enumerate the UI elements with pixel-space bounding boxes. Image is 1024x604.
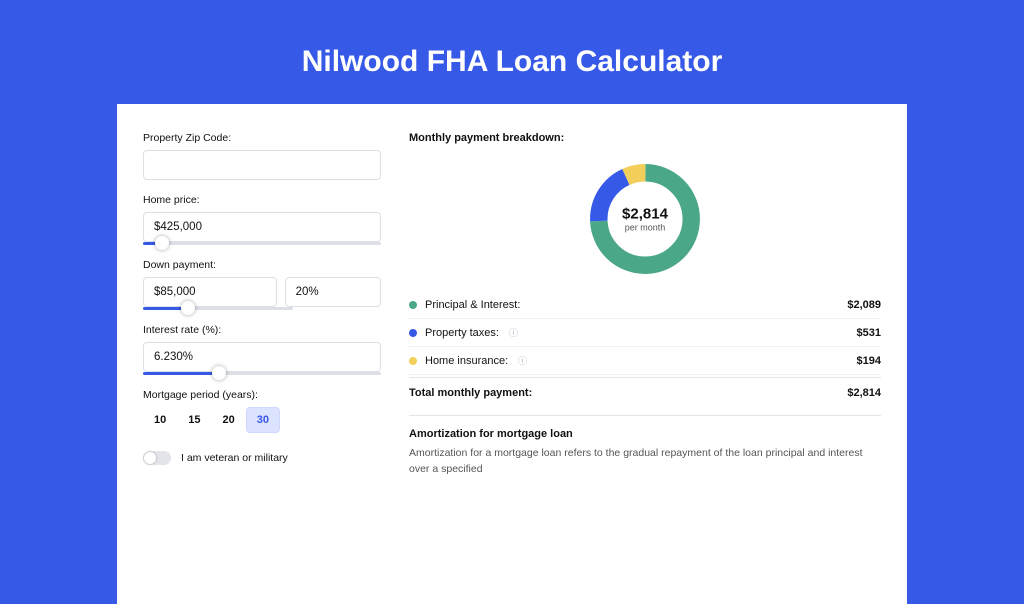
donut-sub: per month (622, 223, 668, 233)
interest-slider[interactable] (143, 372, 381, 375)
period-20-button[interactable]: 20 (212, 407, 246, 433)
donut-amount: $2,814 (622, 206, 668, 223)
amortization-text: Amortization for a mortgage loan refers … (409, 446, 881, 478)
zip-field-block: Property Zip Code: (143, 132, 381, 180)
mortgage-period-label: Mortgage period (years): (143, 389, 381, 401)
amortization-title: Amortization for mortgage loan (409, 428, 881, 440)
form-panel: Property Zip Code: Home price: Down paym… (143, 132, 403, 576)
dot-icon (409, 357, 417, 365)
total-label: Total monthly payment: (409, 387, 532, 399)
calculator-card: Property Zip Code: Home price: Down paym… (117, 104, 907, 604)
page-title: Nilwood FHA Loan Calculator (0, 0, 1024, 104)
section-divider (409, 415, 881, 416)
period-10-button[interactable]: 10 (143, 407, 177, 433)
legend-label: Property taxes: (425, 327, 499, 339)
breakdown-panel: Monthly payment breakdown: $2,814 per mo… (403, 132, 881, 576)
donut-wrap: $2,814 per month (409, 150, 881, 292)
interest-input[interactable] (143, 342, 381, 372)
mortgage-period-block: Mortgage period (years): 10 15 20 30 (143, 389, 381, 433)
zip-label: Property Zip Code: (143, 132, 381, 144)
interest-block: Interest rate (%): (143, 324, 381, 375)
zip-input[interactable] (143, 150, 381, 180)
info-icon[interactable]: ⓘ (518, 354, 527, 367)
home-price-label: Home price: (143, 194, 381, 206)
dot-icon (409, 329, 417, 337)
legend-row-principal: Principal & Interest: $2,089 (409, 292, 881, 319)
legend-row-insurance: Home insurance: ⓘ $194 (409, 347, 881, 375)
slider-thumb[interactable] (155, 236, 169, 250)
home-price-input[interactable] (143, 212, 381, 242)
period-15-button[interactable]: 15 (177, 407, 211, 433)
veteran-toggle[interactable] (143, 451, 171, 465)
legend-value: $2,089 (847, 299, 881, 311)
total-value: $2,814 (847, 387, 881, 399)
period-30-button[interactable]: 30 (246, 407, 280, 433)
interest-label: Interest rate (%): (143, 324, 381, 336)
veteran-label: I am veteran or military (181, 452, 288, 464)
home-price-block: Home price: (143, 194, 381, 245)
home-price-slider[interactable] (143, 242, 381, 245)
down-payment-block: Down payment: (143, 259, 381, 310)
legend-value: $194 (857, 355, 881, 367)
down-payment-pct-input[interactable] (285, 277, 381, 307)
down-payment-input[interactable] (143, 277, 277, 307)
breakdown-title: Monthly payment breakdown: (409, 132, 881, 144)
donut-center: $2,814 per month (622, 206, 668, 233)
legend-value: $531 (857, 327, 881, 339)
down-payment-slider[interactable] (143, 307, 293, 310)
legend-label: Home insurance: (425, 355, 508, 367)
legend-label: Principal & Interest: (425, 299, 520, 311)
info-icon[interactable]: ⓘ (509, 326, 518, 339)
dot-icon (409, 301, 417, 309)
slider-thumb[interactable] (212, 366, 226, 380)
legend-row-taxes: Property taxes: ⓘ $531 (409, 319, 881, 347)
donut-chart: $2,814 per month (584, 158, 706, 280)
veteran-row: I am veteran or military (143, 451, 381, 465)
mortgage-period-segmented: 10 15 20 30 (143, 407, 381, 433)
total-row: Total monthly payment: $2,814 (409, 377, 881, 399)
slider-fill (143, 372, 219, 375)
down-payment-label: Down payment: (143, 259, 381, 271)
slider-thumb[interactable] (181, 301, 195, 315)
